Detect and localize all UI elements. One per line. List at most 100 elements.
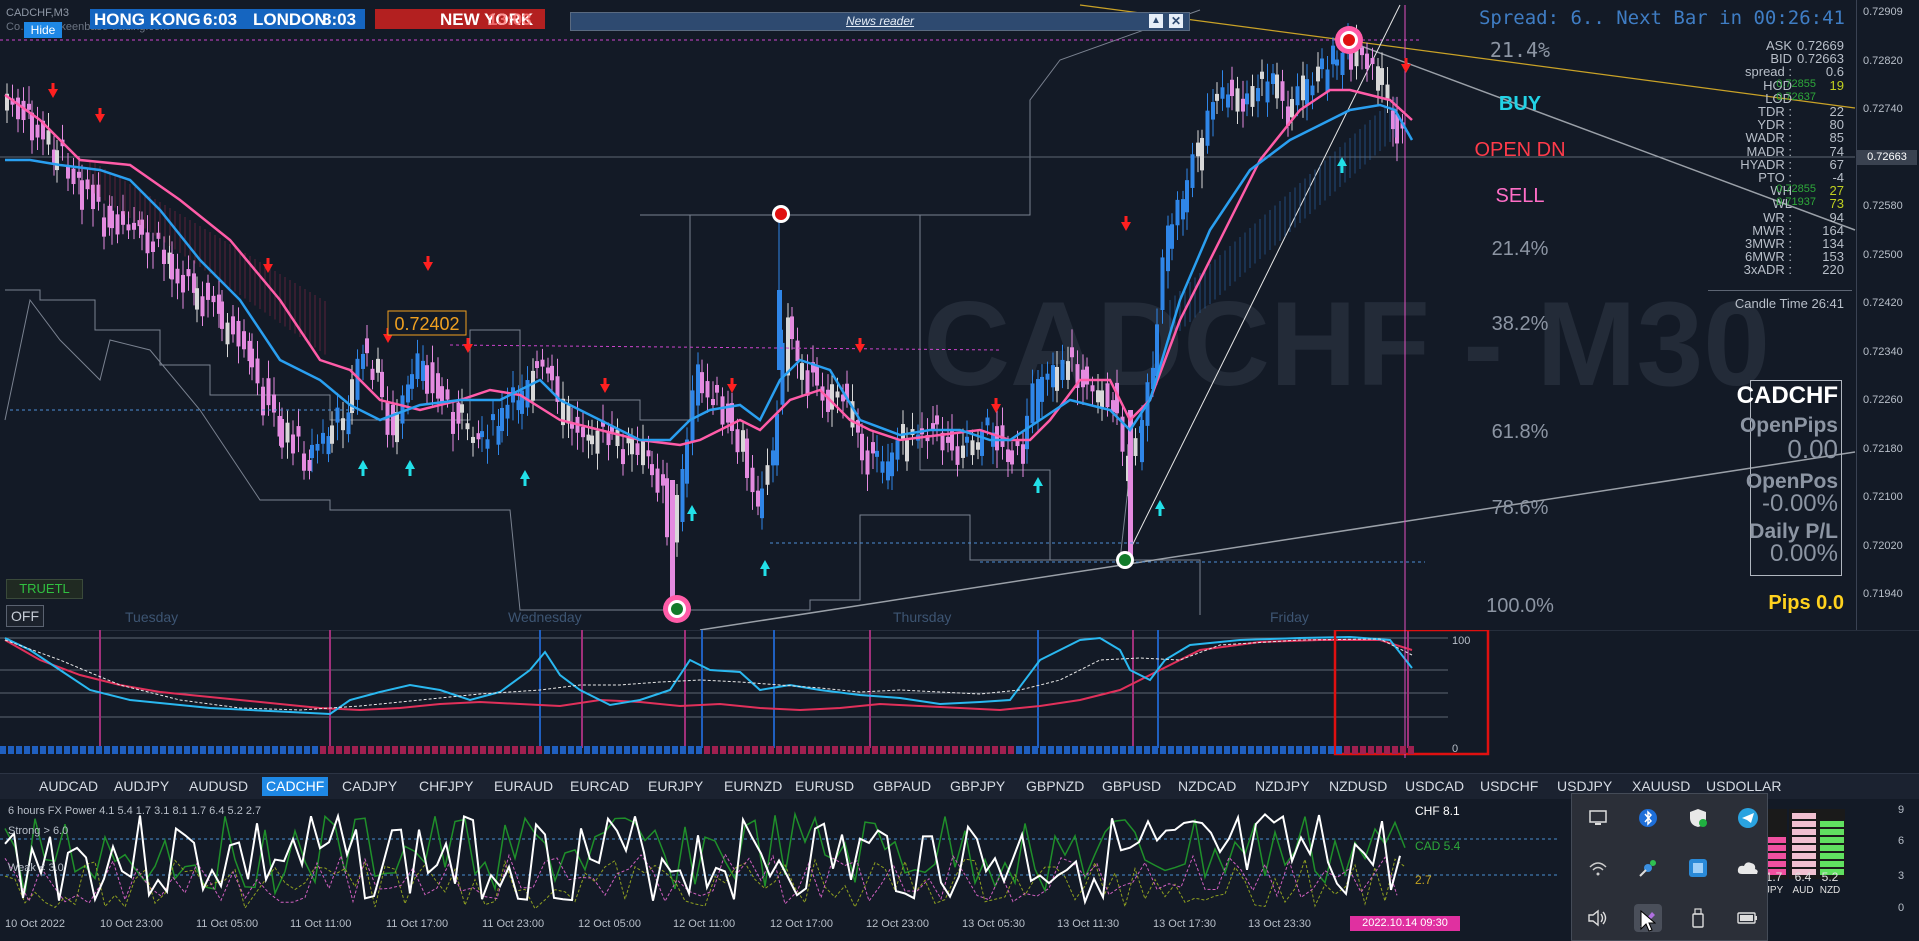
top-marker-core [1343,34,1355,46]
pair-tab[interactable]: NZDCAD [1174,777,1240,796]
signal-buy: BUY [1499,93,1542,115]
bottom-marker-core [671,603,683,615]
pair-tab[interactable]: CHFJPY [415,777,477,796]
wifi-icon[interactable] [1584,854,1612,882]
news-reader-label[interactable]: News reader [846,14,914,28]
pair-tab[interactable]: NZDJPY [1251,777,1313,796]
strength-bar-label-2: AUD [1792,885,1813,896]
swing-low-marker-core [1119,554,1131,566]
fib-level-100: 100.0% [1486,595,1554,617]
window-title: CADCHF,M3 [6,7,69,19]
hide-button[interactable]: Hide [24,22,62,38]
current-price-tag: 0.72663 [1857,150,1917,165]
speaker-icon[interactable] [1584,904,1612,932]
price-axis: 0.72909 0.72820 0.72740 0.72663 0.72580 0.725… [1856,0,1919,630]
pair-tab[interactable]: NZDUSD [1325,777,1391,796]
pair-tab[interactable]: EURAUD [490,777,557,796]
app-icon[interactable] [1684,854,1712,882]
session-london-time: 8:03 [322,10,357,29]
monitor-icon[interactable] [1584,804,1612,832]
pair-tab[interactable]: EURCAD [566,777,633,796]
pair-tab[interactable]: GBPUSD [1098,777,1165,796]
time-axis-label: 11 Oct 05:00 [196,918,259,930]
price-axis-label: 0.72420 [1863,297,1903,309]
telegram-icon[interactable] [1734,804,1762,832]
signal-open-dn: OPEN DN [1474,139,1565,161]
stats-panel: ASK 0.72669 BID 0.72663 spread :0.6 19 HOD 0.72… [1710,38,1850,278]
news-reader-close-icon[interactable]: ✕ [1169,14,1183,28]
price-axis-label: 0.71940 [1863,588,1903,600]
pair-tab[interactable]: AUDCAD [35,777,102,796]
oscillator-panel[interactable]: 100 0 [0,630,1919,758]
daily-pl-value: 0.00% [1769,540,1838,567]
session-hong-kong-time: 6:03 [203,10,238,29]
time-axis-label: 12 Oct 17:00 [770,918,833,930]
satellite-icon[interactable] [1634,854,1662,882]
spread-next-bar-text: Spread: 6.. Next Bar in 00:26:41 [1479,7,1845,29]
osc-scale-100: 100 [1452,635,1470,647]
news-reader-bar[interactable]: News reader ▲ ✕ [570,12,1190,31]
time-axis-label: 12 Oct 11:00 [673,918,736,930]
pair-tab[interactable]: GBPNZD [1022,777,1088,796]
pair-tab[interactable]: CADCHF [262,777,329,796]
price-label-text: 0.72402 [394,314,459,334]
osc-scale-0: 0 [1452,743,1458,755]
price-axis-label: 0.72820 [1863,54,1903,67]
symbol-watermark: CADCHF - M30 [923,277,1770,411]
battery-icon[interactable] [1734,904,1762,932]
stat-row: 3xADR : 220 [1710,262,1850,277]
time-axis-label: 13 Oct 05:30 [962,918,1025,930]
strength-bar-label-3: NZD [1820,885,1841,896]
time-axis-label: 11 Oct 11:00 [290,918,352,930]
stat-value: 0.71937 [1776,196,1816,209]
price-axis-label: 0.72020 [1863,539,1903,552]
usb-icon[interactable] [1684,904,1712,932]
pair-tab[interactable]: AUDUSD [185,777,252,796]
off-button[interactable]: OFF [6,605,44,627]
news-reader-collapse-icon[interactable]: ▲ [1149,14,1163,28]
price-axis-label: 0.72260 [1863,394,1903,406]
strength-bar-value-3: 5.2 [1822,870,1839,884]
open-pips-value: 0.00 [1787,434,1838,464]
pair-tab[interactable]: USDCHF [1476,777,1542,796]
stat-value: 0.72855 [1776,183,1816,196]
price-chart[interactable]: CADCHF - M30 0.72402 Tuesday Wednesday T… [0,0,1919,630]
pair-tab[interactable]: AUDJPY [110,777,173,796]
day-label-tuesday: Tuesday [125,609,178,625]
time-axis-label: 12 Oct 05:00 [578,918,641,930]
power-scale-0: 0 [1898,902,1904,914]
mouse-cursor-icon [1640,910,1656,932]
pair-tab[interactable]: GBPJPY [946,777,1009,796]
time-axis-label: 12 Oct 23:00 [866,918,929,930]
truetl-button[interactable]: TRUETL [6,579,83,599]
cloud-icon[interactable] [1734,854,1762,882]
day-label-friday: Friday [1270,609,1309,625]
time-axis-label: 10 Oct 23:00 [100,918,163,930]
stat-value: 0.72855 [1776,77,1816,90]
shield-icon[interactable] [1684,804,1712,832]
pair-tab[interactable]: CADJPY [338,777,401,796]
session-london-label: LONDON [253,10,327,29]
power-title: 6 hours FX Power 4.1 5.4 1.7 3.1 8.1 1.7… [8,805,261,817]
pair-tab[interactable]: USDCAD [1401,777,1468,796]
pair-tab[interactable]: EURJPY [644,777,707,796]
price-axis-label: 0.72740 [1863,103,1903,115]
time-axis-label: 10 Oct 2022 [5,918,65,930]
fib-level-786: 78.6% [1492,497,1549,519]
account-panel: CADCHF OpenPips 0.00 OpenPos -0.00% Dail… [1700,380,1842,576]
bluetooth-icon[interactable] [1634,804,1662,832]
open-pos-value: -0.00% [1761,490,1838,517]
pair-tab[interactable]: GBPAUD [869,777,935,796]
price-axis-label: 0.72180 [1863,442,1903,455]
pair-tab[interactable]: EURUSD [791,777,858,796]
power-scale-3: 3 [1898,870,1904,882]
sessions-bar: HONG KONG 6:03 LONDON 8:03 NEW YORK 13:0… [90,9,545,29]
price-axis-label: 0.72580 [1863,200,1903,212]
pair-tab[interactable]: EURNZD [720,777,786,796]
stat-label: 3xADR : [1743,262,1792,278]
time-axis-label: 11 Oct 17:00 [386,918,449,930]
power-chf-label: CHF 8.1 [1415,804,1460,818]
power-third-label: 2.7 [1415,873,1432,887]
power-scale-6: 6 [1898,835,1904,847]
price-axis-label: 0.72340 [1863,345,1903,358]
